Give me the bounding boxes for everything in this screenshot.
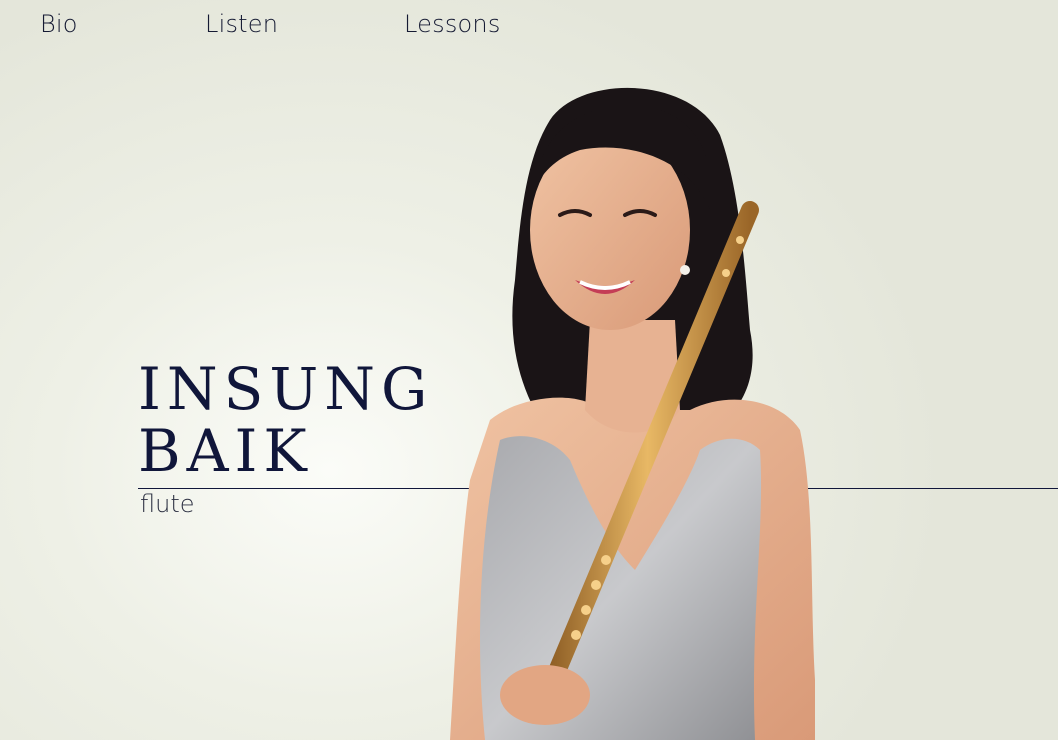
nav-link-lessons[interactable]: Lessons bbox=[404, 10, 501, 38]
divider-line-left bbox=[138, 488, 473, 489]
nav-link-bio[interactable]: Bio bbox=[40, 10, 78, 38]
portrait-photo bbox=[450, 87, 815, 740]
divider-line-right bbox=[802, 488, 1058, 489]
artist-last-name: BAIK bbox=[138, 417, 313, 485]
nav-link-listen[interactable]: Listen bbox=[205, 10, 278, 38]
artist-name: INSUNG BAIK bbox=[138, 358, 433, 482]
artist-first-name: INSUNG bbox=[138, 355, 434, 423]
instrument-subtitle: flute bbox=[140, 490, 195, 518]
main-nav: Bio Listen Lessons bbox=[0, 8, 1058, 48]
